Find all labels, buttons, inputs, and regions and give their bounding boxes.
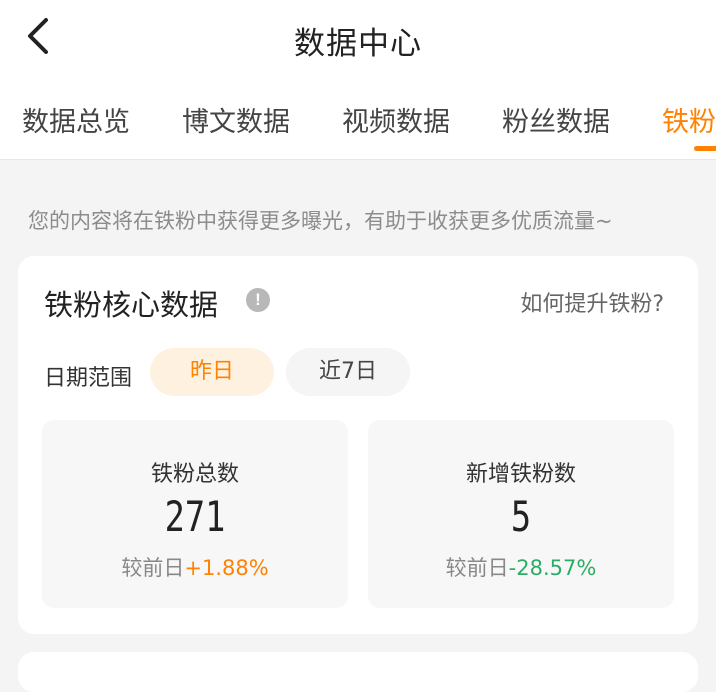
tab-bar: 数据总览 博文数据 视频数据 粉丝数据 铁粉 bbox=[0, 78, 716, 160]
tab-video-data[interactable]: 视频数据 bbox=[342, 100, 450, 139]
tab-fans-data[interactable]: 粉丝数据 bbox=[502, 100, 610, 139]
page-title: 数据中心 bbox=[294, 26, 422, 62]
card-title: 铁粉核心数据 bbox=[44, 288, 219, 322]
stat-label: 新增铁粉数 bbox=[465, 462, 576, 487]
stat-label: 铁粉总数 bbox=[150, 462, 239, 487]
stat-total-iron-fans: 铁粉总数 271 较前日+1.88% bbox=[42, 420, 348, 608]
tip-text: 您的内容将在铁粉中获得更多曝光，有助于收获更多优质流量~ bbox=[28, 209, 613, 233]
next-card-peek bbox=[18, 652, 698, 692]
stat-compare: 较前日+1.88% bbox=[42, 552, 348, 582]
stat-value: 271 bbox=[164, 492, 226, 541]
stat-value: 5 bbox=[510, 492, 532, 541]
stat-new-iron-fans: 新增铁粉数 5 较前日-28.57% bbox=[368, 420, 674, 608]
app-header: 数据中心 bbox=[0, 0, 716, 78]
tab-post-data[interactable]: 博文数据 bbox=[182, 100, 290, 139]
stat-compare: 较前日-28.57% bbox=[368, 552, 674, 582]
tab-data-overview[interactable]: 数据总览 bbox=[22, 100, 130, 139]
iron-fans-core-card: 铁粉核心数据 ! 如何提升铁粉? 日期范围 昨日 近7日 铁粉总数 271 较前… bbox=[18, 256, 698, 634]
date-option-yesterday[interactable]: 昨日 bbox=[150, 348, 274, 396]
date-range-label: 日期范围 bbox=[44, 366, 133, 391]
compare-prefix: 较前日 bbox=[445, 556, 509, 580]
change-percent: -28.57% bbox=[508, 556, 597, 580]
info-icon[interactable]: ! bbox=[246, 288, 270, 312]
compare-prefix: 较前日 bbox=[121, 556, 185, 580]
date-option-7-days[interactable]: 近7日 bbox=[286, 348, 410, 396]
how-to-improve-link[interactable]: 如何提升铁粉? bbox=[520, 286, 664, 318]
active-tab-indicator bbox=[694, 146, 716, 151]
change-percent: +1.88% bbox=[184, 556, 269, 580]
tab-iron-fans[interactable]: 铁粉 bbox=[662, 100, 716, 139]
